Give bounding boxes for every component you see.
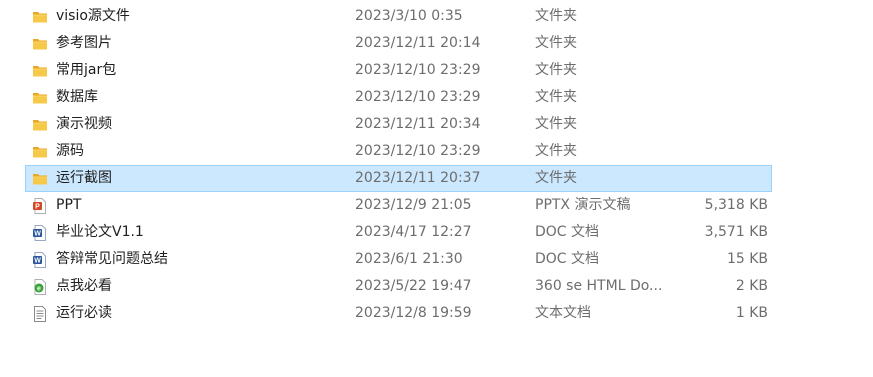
file-name: 运行截图 <box>56 170 112 186</box>
file-row[interactable]: visio源文件 2023/3/10 0:35 文件夹 <box>0 3 873 30</box>
file-size <box>601 31 768 56</box>
svg-text:W: W <box>34 231 41 238</box>
file-row[interactable]: e 点我必看 2023/5/22 19:47 360 se HTML Do... 2 K… <box>0 273 873 300</box>
file-modified-date: 2023/12/10 23:29 <box>355 89 481 105</box>
file-type: DOC 文档 <box>535 224 600 240</box>
folder-icon <box>31 116 49 134</box>
file-modified-date: 2023/12/11 20:37 <box>355 170 481 186</box>
text-file-icon <box>31 305 49 323</box>
file-row[interactable]: 运行必读 2023/12/8 19:59 文本文档 1 KB <box>0 300 873 327</box>
file-row[interactable]: W 答辩常见问题总结 2023/6/1 21:30 DOC 文档 15 KB <box>0 246 873 273</box>
file-type: 文件夹 <box>535 62 577 78</box>
folder-icon <box>31 8 49 26</box>
file-row[interactable]: 源码 2023/12/10 23:29 文件夹 <box>0 138 873 165</box>
file-name: 源码 <box>56 143 84 159</box>
file-modified-date: 2023/12/10 23:29 <box>355 143 481 159</box>
file-name: 数据库 <box>56 89 98 105</box>
word-doc-icon: W <box>31 224 49 242</box>
file-row[interactable]: 演示视频 2023/12/11 20:34 文件夹 <box>0 111 873 138</box>
file-size <box>601 4 768 29</box>
file-modified-date: 2023/12/11 20:34 <box>355 116 481 132</box>
word-doc-icon: W <box>31 251 49 269</box>
file-size: 3,571 KB <box>704 224 768 240</box>
svg-text:P: P <box>35 204 40 211</box>
file-modified-date: 2023/5/22 19:47 <box>355 278 472 294</box>
file-row[interactable]: P PPT 2023/12/9 21:05 PPTX 演示文稿 5,318 KB <box>0 192 873 219</box>
file-type: 文本文档 <box>535 305 591 321</box>
file-list: visio源文件 2023/3/10 0:35 文件夹 参考图片 2023/12/11 … <box>0 3 873 327</box>
file-size: 1 KB <box>735 305 768 321</box>
file-type: 文件夹 <box>535 170 577 186</box>
folder-icon <box>31 89 49 107</box>
folder-icon <box>31 143 49 161</box>
file-type: 文件夹 <box>535 116 577 132</box>
file-modified-date: 2023/3/10 0:35 <box>355 8 463 24</box>
file-size <box>601 85 768 110</box>
file-row[interactable]: W 毕业论文V1.1 2023/4/17 12:27 DOC 文档 3,571 KB <box>0 219 873 246</box>
file-modified-date: 2023/12/11 20:14 <box>355 35 481 51</box>
file-name: 毕业论文V1.1 <box>56 224 144 240</box>
file-size: 5,318 KB <box>704 197 768 213</box>
file-modified-date: 2023/12/9 21:05 <box>355 197 472 213</box>
file-row-selected[interactable]: 运行截图 2023/12/11 20:37 文件夹 <box>25 165 772 192</box>
file-row[interactable]: 数据库 2023/12/10 23:29 文件夹 <box>0 84 873 111</box>
file-row[interactable]: 常用jar包 2023/12/10 23:29 文件夹 <box>0 57 873 84</box>
file-name: 点我必看 <box>56 278 112 294</box>
file-size: 15 KB <box>726 251 768 267</box>
svg-text:W: W <box>34 258 41 265</box>
file-size <box>601 112 768 137</box>
file-name: PPT <box>56 197 82 213</box>
file-type: 文件夹 <box>535 89 577 105</box>
folder-icon <box>31 35 49 53</box>
file-name: 常用jar包 <box>56 62 117 78</box>
file-size <box>601 166 768 191</box>
folder-icon <box>31 62 49 80</box>
file-modified-date: 2023/12/10 23:29 <box>355 62 481 78</box>
file-type: 文件夹 <box>535 35 577 51</box>
folder-icon <box>31 170 49 188</box>
file-modified-date: 2023/6/1 21:30 <box>355 251 463 267</box>
file-modified-date: 2023/12/8 19:59 <box>355 305 472 321</box>
file-size <box>601 139 768 164</box>
file-type: DOC 文档 <box>535 251 600 267</box>
file-name: 演示视频 <box>56 116 112 132</box>
file-name: 答辩常见问题总结 <box>56 251 168 267</box>
html-file-icon: e <box>31 278 49 296</box>
svg-text:e: e <box>37 286 41 293</box>
pptx-icon: P <box>31 197 49 215</box>
file-name: 运行必读 <box>56 305 112 321</box>
file-modified-date: 2023/4/17 12:27 <box>355 224 472 240</box>
file-type: 文件夹 <box>535 8 577 24</box>
file-row[interactable]: 参考图片 2023/12/11 20:14 文件夹 <box>0 30 873 57</box>
file-type: 文件夹 <box>535 143 577 159</box>
file-name: 参考图片 <box>56 35 112 51</box>
file-size: 2 KB <box>735 278 768 294</box>
file-size <box>601 58 768 83</box>
file-name: visio源文件 <box>56 8 130 24</box>
